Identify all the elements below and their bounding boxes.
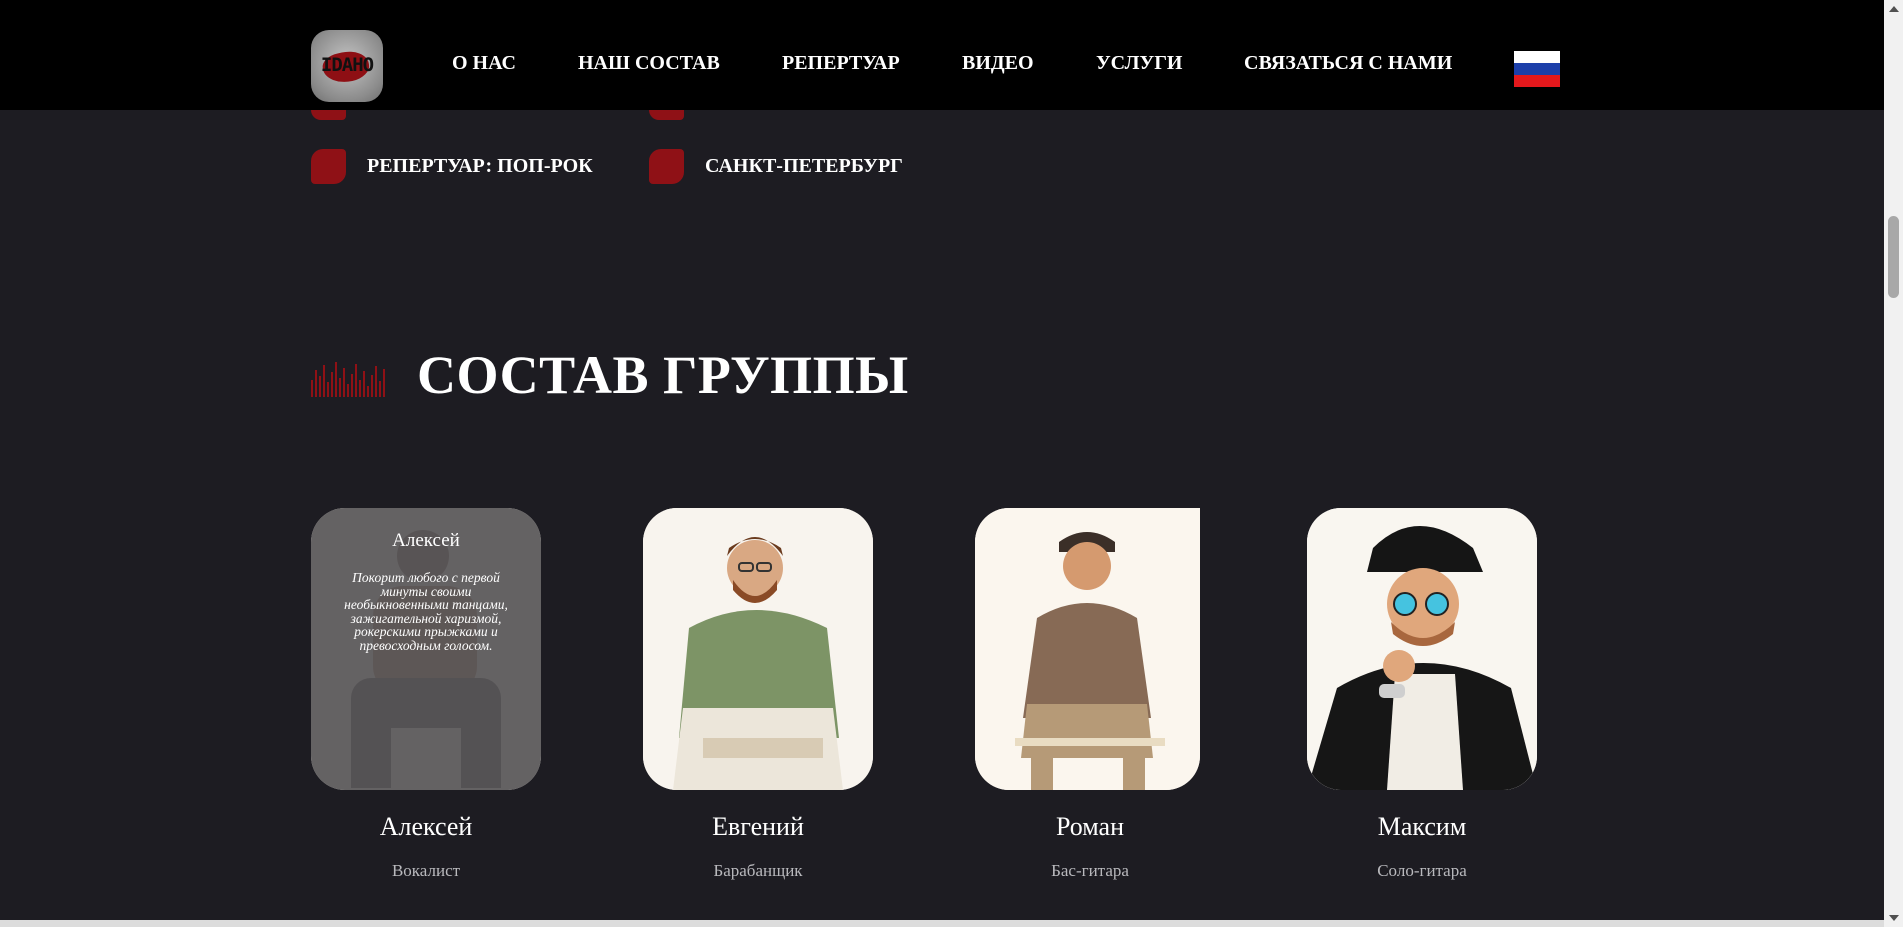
member-card-evgeniy[interactable] — [643, 508, 873, 790]
nav-video[interactable]: ВИДЕО — [962, 52, 1034, 75]
member-name: Евгений — [712, 812, 804, 841]
member-name: Максим — [1377, 812, 1467, 841]
nav-lineup[interactable]: НАШ СОСТАВ — [578, 52, 720, 75]
equalizer-icon — [311, 362, 385, 397]
vertical-scrollbar[interactable] — [1884, 0, 1903, 927]
member-photo — [975, 508, 1200, 790]
section-title: СОСТАВ ГРУППЫ — [417, 345, 909, 405]
member-role: Соло-гитара — [1377, 861, 1467, 880]
leaf-bullet-icon — [311, 149, 346, 184]
leaf-bullet-icon — [649, 149, 684, 184]
fact-text: САНКТ-ПЕТЕРБУРГ — [705, 155, 903, 177]
nav-services[interactable]: УСЛУГИ — [1096, 52, 1182, 75]
logo[interactable]: IDAHO — [311, 30, 383, 102]
member-name: Алексей — [379, 812, 473, 841]
member-hover-overlay: Алексей Покорит любого с первой минуты с… — [311, 508, 541, 790]
nav-repertoire[interactable]: РЕПЕРТУАР — [782, 52, 900, 75]
member-photo — [643, 508, 873, 790]
fact-text: РЕПЕРТУАР: ПОП-РОК — [367, 155, 593, 177]
horizontal-scrollbar[interactable] — [0, 920, 1884, 927]
fact-icon — [649, 110, 684, 120]
overlay-description: Покорит любого с первой минуты своими не… — [344, 570, 508, 653]
page: IDAHO О НАС НАШ СОСТАВ РЕПЕРТУАР ВИДЕО У… — [0, 0, 1903, 927]
overlay-name: Алексей — [392, 530, 460, 551]
scroll-up-arrow-icon[interactable] — [1889, 6, 1899, 12]
fact-city: САНКТ-ПЕТЕРБУРГ — [649, 149, 903, 184]
member-photo — [1307, 508, 1537, 790]
russian-flag-icon[interactable] — [1514, 51, 1560, 87]
nav-contact[interactable]: СВЯЗАТЬСЯ С НАМИ — [1244, 52, 1452, 75]
fact-icon — [311, 110, 346, 120]
member-card-maksim[interactable] — [1307, 508, 1537, 790]
member-name: Роман — [1055, 812, 1125, 841]
member-card-aleksey[interactable]: Алексей Покорит любого с первой минуты с… — [311, 508, 541, 790]
fact-repertoire: РЕПЕРТУАР: ПОП-РОК — [311, 149, 593, 184]
scroll-down-arrow-icon[interactable] — [1889, 915, 1899, 921]
scroll-thumb[interactable] — [1888, 216, 1899, 298]
member-role: Бас-гитара — [1051, 861, 1129, 880]
header: IDAHO О НАС НАШ СОСТАВ РЕПЕРТУАР ВИДЕО У… — [0, 0, 1884, 110]
member-role: Вокалист — [391, 861, 461, 880]
member-card-roman[interactable] — [975, 508, 1200, 790]
logo-text: IDAHO — [320, 54, 374, 76]
nav-about[interactable]: О НАС — [452, 52, 516, 75]
member-role: Барабанщик — [713, 861, 803, 880]
